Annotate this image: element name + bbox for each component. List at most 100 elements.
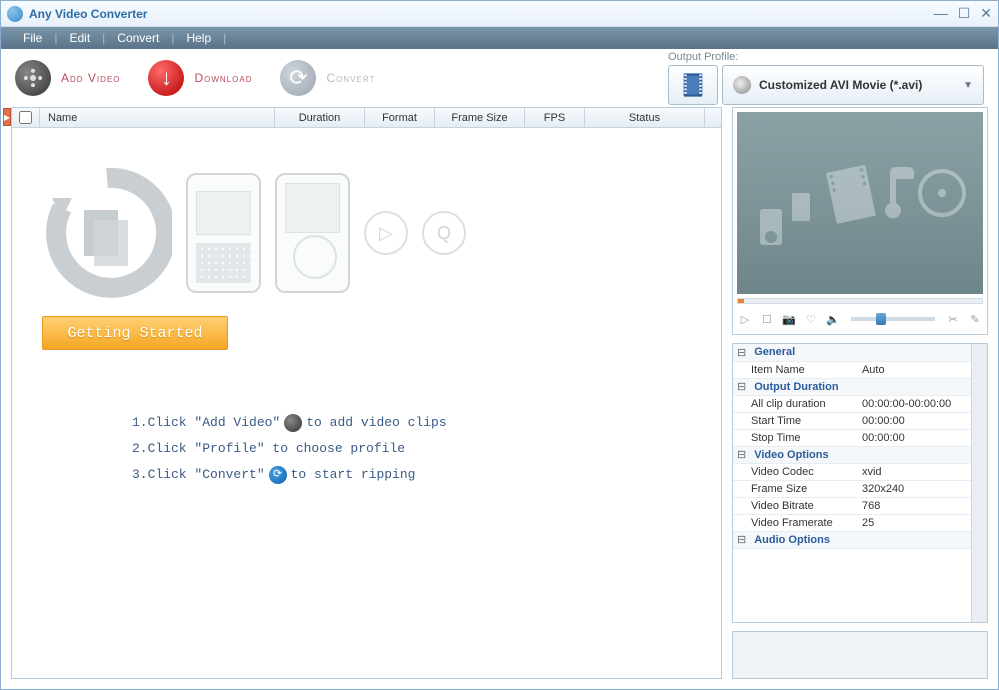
player-volume-icon[interactable]: 🔈 [825,311,841,327]
volume-thumb[interactable] [876,313,886,325]
phone-icon [186,173,261,293]
prop-stop-time-label: Stop Time [733,429,858,446]
player-loop-button[interactable]: ♡ [803,311,819,327]
step2-text: 2.Click "Profile" to choose profile [132,436,405,462]
download-label: Download [194,71,252,85]
media-watermark-icon [750,143,970,263]
menu-edit[interactable]: Edit [57,31,102,45]
prop-frame-size-label: Frame Size [733,480,858,497]
expander-audio-options[interactable]: ⊟ [733,531,750,548]
player-settings-button[interactable]: ✎ [967,311,983,327]
section-video-options: Video Options [750,446,971,463]
content-area: ▶ Name Duration Format Frame Size FPS St… [1,107,998,689]
output-profile: Output Profile: Customized AVI Movie (*.… [668,51,984,105]
prop-video-codec-label: Video Codec [733,463,858,480]
expander-video-options[interactable]: ⊟ [733,446,750,463]
step1-text-a: 1.Click "Add Video" [132,410,280,436]
chevron-down-icon: ▼ [963,80,973,91]
film-reel-icon [15,60,51,96]
add-video-label: Add Video [61,71,120,85]
download-button[interactable]: Download [148,60,252,96]
toolbar: Add Video Download Convert Output Profil… [1,49,998,107]
right-panel: ▷ ☐ 📷 ♡ 🔈 ✂ ✎ ⊟General Item NameAuto ⊟Ou… [732,107,988,679]
close-button[interactable]: ✕ [980,5,992,22]
prop-video-framerate-label: Video Framerate [733,514,858,531]
section-output-duration: Output Duration [750,378,971,395]
menu-file[interactable]: File [11,31,54,45]
file-list-panel: ▶ Name Duration Format Frame Size FPS St… [11,107,722,679]
output-profile-selected: Customized AVI Movie (*.avi) [759,78,922,92]
properties-panel: ⊟General Item NameAuto ⊟Output Duration … [732,343,988,623]
prop-all-clip-value[interactable]: 00:00:00-00:00:00 [858,395,971,412]
quicktime-icon: Q [422,211,466,255]
filmstrip-icon [679,71,707,99]
section-audio-options: Audio Options [750,531,971,548]
refresh-film-icon [42,168,172,298]
properties-grid: ⊟General Item NameAuto ⊟Output Duration … [733,344,971,622]
column-frame-size[interactable]: Frame Size [435,108,525,127]
steps-text: 1.Click "Add Video" to add video clips 2… [132,410,701,488]
column-name[interactable]: Name [40,108,275,127]
convert-inline-icon: ⟳ [269,466,287,484]
prop-video-codec-value[interactable]: xvid [858,463,971,480]
prop-start-time-label: Start Time [733,412,858,429]
section-general: General [750,344,971,361]
app-icon [7,6,23,22]
menu-convert[interactable]: Convert [105,31,171,45]
ipod-icon [275,173,350,293]
prop-item-name-label: Item Name [733,361,858,378]
expander-general[interactable]: ⊟ [733,344,750,361]
convert-button[interactable]: Convert [280,60,375,96]
column-spacer [705,108,721,127]
app-window: Any Video Converter — ☐ ✕ File | Edit | … [0,0,999,690]
expander-output-duration[interactable]: ⊟ [733,378,750,395]
expand-sidebar-tab[interactable]: ▶ [3,108,11,126]
add-video-button[interactable]: Add Video [15,60,120,96]
getting-started-button[interactable]: Getting Started [42,316,228,350]
output-profile-icon-button[interactable] [668,65,718,105]
disc-icon [733,76,751,94]
player-controls: ▷ ☐ 📷 ♡ 🔈 ✂ ✎ [737,308,983,330]
column-checkbox [12,108,40,127]
select-all-checkbox[interactable] [19,111,32,124]
preview-screen [737,112,983,294]
play-circle-icon: ▷ [364,211,408,255]
title-bar: Any Video Converter — ☐ ✕ [1,1,998,27]
prop-frame-size-value[interactable]: 320x240 [858,480,971,497]
step3-text-a: 3.Click "Convert" [132,462,265,488]
menu-help[interactable]: Help [174,31,223,45]
properties-scrollbar[interactable] [971,344,987,622]
player-cut-button[interactable]: ✂ [945,311,961,327]
player-stop-button[interactable]: ☐ [759,311,775,327]
column-status[interactable]: Status [585,108,705,127]
menu-bar: File | Edit | Convert | Help | [1,27,998,49]
film-reel-inline-icon [284,414,302,432]
prop-video-bitrate-value[interactable]: 768 [858,497,971,514]
empty-state: ▷ Q Getting Started 1.Click "Add Video" … [12,128,721,678]
output-profile-dropdown[interactable]: Customized AVI Movie (*.avi) ▼ [722,65,984,105]
player-snapshot-button[interactable]: 📷 [781,311,797,327]
prop-video-framerate-value[interactable]: 25 [858,514,971,531]
column-duration[interactable]: Duration [275,108,365,127]
column-fps[interactable]: FPS [525,108,585,127]
prop-video-bitrate-label: Video Bitrate [733,497,858,514]
player-play-button[interactable]: ▷ [737,311,753,327]
status-area [732,631,988,679]
convert-icon [280,60,316,96]
table-header: Name Duration Format Frame Size FPS Stat… [12,108,721,128]
step3-text-b: to start ripping [291,462,416,488]
minimize-button[interactable]: — [934,5,948,22]
volume-slider[interactable] [851,317,935,321]
maximize-button[interactable]: ☐ [958,5,971,22]
preview-progress[interactable] [737,298,983,304]
column-format[interactable]: Format [365,108,435,127]
illustration: ▷ Q [42,168,701,298]
prop-stop-time-value[interactable]: 00:00:00 [858,429,971,446]
download-icon [148,60,184,96]
prop-item-name-value[interactable]: Auto [858,361,971,378]
prop-start-time-value[interactable]: 00:00:00 [858,412,971,429]
convert-label: Convert [326,71,375,85]
prop-all-clip-label: All clip duration [733,395,858,412]
output-profile-label: Output Profile: [668,51,984,63]
window-title: Any Video Converter [29,7,934,21]
